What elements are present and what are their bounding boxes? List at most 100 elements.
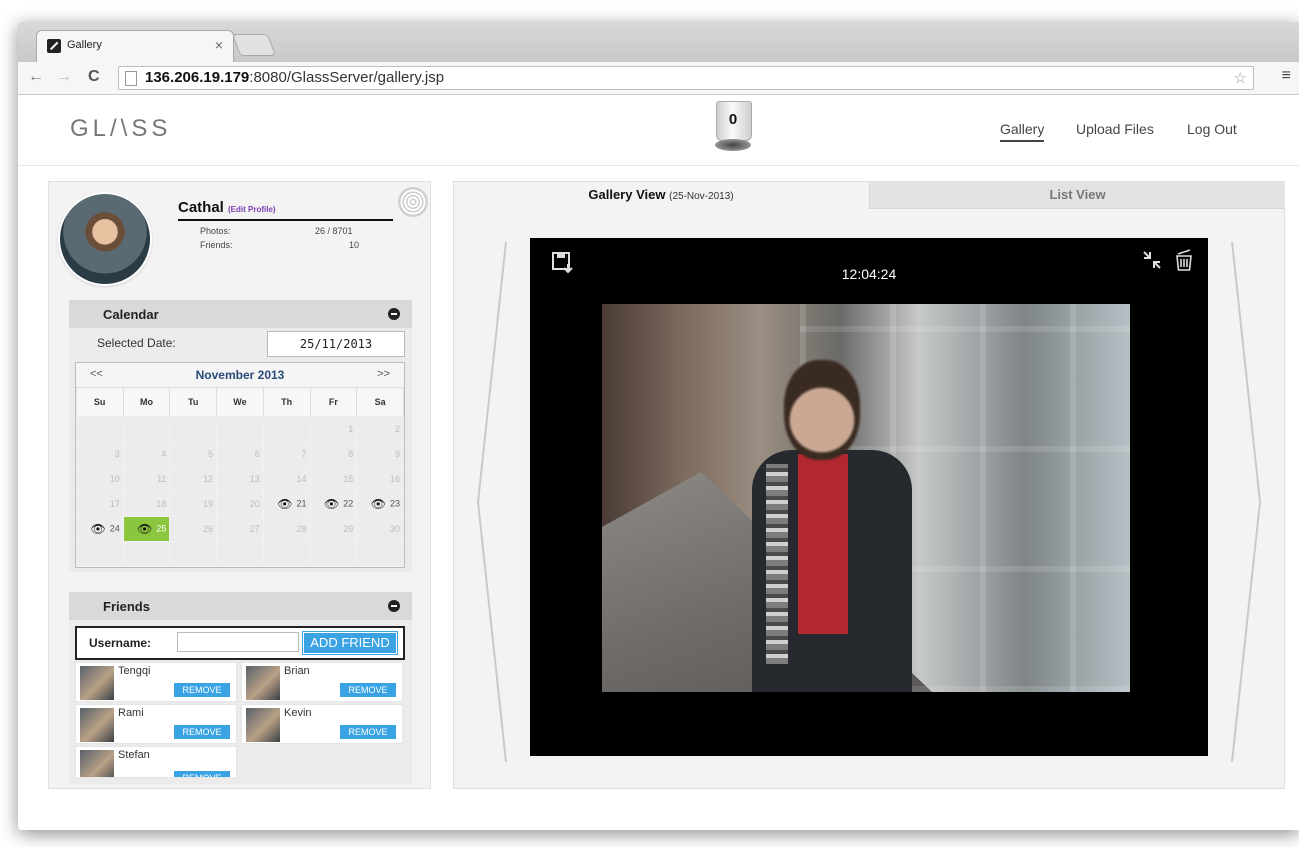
eye-icon: 👁 xyxy=(370,497,386,511)
calendar-day[interactable]: 19 xyxy=(169,491,218,517)
calendar-day[interactable]: 12 xyxy=(169,466,218,492)
username-input[interactable] xyxy=(177,632,299,652)
weekday-tu: Tu xyxy=(169,388,218,417)
shrink-icon[interactable] xyxy=(1142,250,1162,270)
friend-name[interactable]: Brian xyxy=(284,665,310,677)
gallery-panel: Gallery View (25-Nov-2013) List View 12:… xyxy=(453,181,1285,789)
friends-header: Friends xyxy=(69,592,412,620)
collapse-friends-icon[interactable] xyxy=(388,600,400,612)
browser-menu-icon[interactable]: ≡ xyxy=(1282,67,1291,85)
name-divider xyxy=(178,219,393,221)
remove-friend-button[interactable]: REMOVE xyxy=(174,771,230,777)
calendar-day-selected[interactable]: 👁 25 xyxy=(122,516,171,542)
calendar-grid: << November 2013 >> Su Mo Tu We Th Fr Sa xyxy=(75,362,405,568)
calendar-day[interactable]: 14 xyxy=(262,466,311,492)
next-photo-arrow-icon[interactable] xyxy=(1226,242,1266,762)
new-tab-button[interactable] xyxy=(231,34,277,56)
browser-tab-gallery[interactable]: Gallery × xyxy=(36,30,234,63)
tab-list-view[interactable]: List View xyxy=(869,182,1285,209)
site-header: GL/\SS 0 Gallery Upload Files Log Out xyxy=(18,95,1299,166)
calendar-empty-cell xyxy=(216,541,264,567)
gallery-view-date: (25-Nov-2013) xyxy=(669,191,734,202)
target-icon[interactable] xyxy=(398,187,428,217)
friend-name[interactable]: Tengqi xyxy=(118,665,150,677)
weekday-we: We xyxy=(216,388,264,417)
calendar-day[interactable]: 29 xyxy=(309,516,358,542)
photo-head xyxy=(784,360,860,460)
calendar-empty-cell xyxy=(122,416,171,442)
calendar-day[interactable]: 18 xyxy=(122,491,171,517)
calendar-day[interactable]: 30 xyxy=(356,516,404,542)
profile-name-text: Cathal xyxy=(178,199,224,216)
calendar-day-with-photos[interactable]: 👁 23 xyxy=(356,491,404,517)
next-month-button[interactable]: >> xyxy=(377,368,390,380)
calendar-day[interactable]: 3 xyxy=(76,441,124,467)
calendar-day[interactable]: 20 xyxy=(216,491,264,517)
calendar-day[interactable]: 2 xyxy=(356,416,404,442)
remove-friend-button[interactable]: REMOVE xyxy=(174,725,230,739)
photo-viewer: 12:04:24 xyxy=(530,238,1208,756)
calendar-empty-cell xyxy=(262,541,311,567)
back-icon[interactable]: ← xyxy=(28,68,44,86)
friend-avatar xyxy=(80,750,114,777)
forward-icon[interactable]: → xyxy=(56,68,72,86)
gallery-photo[interactable] xyxy=(602,304,1130,692)
calendar-day[interactable]: 8 xyxy=(309,441,358,467)
browser-window: Gallery × ← → C 136.206.19.179:8080/Glas… xyxy=(18,22,1299,830)
tab-gallery-view[interactable]: Gallery View (25-Nov-2013) xyxy=(454,182,868,209)
calendar-day[interactable]: 13 xyxy=(216,466,264,492)
friend-name[interactable]: Kevin xyxy=(284,707,312,719)
tab-close-icon[interactable]: × xyxy=(215,37,223,53)
friend-name[interactable]: Stefan xyxy=(118,749,150,761)
calendar-empty-cell xyxy=(76,541,124,567)
photo-scarf xyxy=(766,464,788,664)
eye-icon: 👁 xyxy=(137,522,153,536)
remove-friend-button[interactable]: REMOVE xyxy=(174,683,230,697)
calendar-day-with-photos[interactable]: 👁 24 xyxy=(76,516,124,542)
calendar-month: November 2013 xyxy=(195,368,285,382)
bookmark-star-icon[interactable]: ☆ xyxy=(1234,69,1247,87)
friend-item: Rami REMOVE xyxy=(75,704,237,744)
calendar-day-with-photos[interactable]: 👁 22 xyxy=(309,491,358,517)
calendar-empty-cell xyxy=(216,416,264,442)
calendar-day[interactable]: 6 xyxy=(216,441,264,467)
glass-logo[interactable]: GL/\SS xyxy=(70,115,171,143)
calendar-day[interactable]: 9 xyxy=(356,441,404,467)
calendar-day[interactable]: 27 xyxy=(216,516,264,542)
delete-photo-icon[interactable] xyxy=(1174,248,1194,272)
profile-name: Cathal (Edit Profile) xyxy=(178,199,276,216)
calendar-day[interactable]: 28 xyxy=(262,516,311,542)
weekday-th: Th xyxy=(263,388,311,417)
profile-panel: Cathal (Edit Profile) Photos: 26 / 8701 … xyxy=(48,181,431,789)
weekday-mo: Mo xyxy=(123,388,171,417)
add-friend-button[interactable]: ADD FRIEND xyxy=(303,632,397,654)
calendar-empty-cell xyxy=(76,416,124,442)
nav-upload-files[interactable]: Upload Files xyxy=(1076,121,1154,137)
calendar-day-with-photos[interactable]: 👁 21 xyxy=(262,491,311,517)
calendar-day[interactable]: 26 xyxy=(169,516,218,542)
calendar-day[interactable]: 1 xyxy=(309,416,358,442)
url-text: 136.206.19.179:8080/GlassServer/gallery.… xyxy=(145,69,445,86)
remove-friend-button[interactable]: REMOVE xyxy=(340,725,396,739)
nav-log-out[interactable]: Log Out xyxy=(1187,121,1237,137)
calendar-day[interactable]: 17 xyxy=(76,491,124,517)
calendar-day[interactable]: 4 xyxy=(122,441,171,467)
prev-photo-arrow-icon[interactable] xyxy=(472,242,512,762)
photo-sweater xyxy=(798,454,848,634)
reload-icon[interactable]: C xyxy=(88,68,100,86)
nav-gallery[interactable]: Gallery xyxy=(1000,121,1045,142)
calendar-day[interactable]: 16 xyxy=(356,466,404,492)
selected-date-field[interactable]: 25/11/2013 xyxy=(267,331,405,357)
calendar-day[interactable]: 5 xyxy=(169,441,218,467)
calendar-empty-cell xyxy=(122,541,171,567)
address-bar[interactable]: 136.206.19.179:8080/GlassServer/gallery.… xyxy=(118,66,1254,90)
calendar-day[interactable]: 11 xyxy=(122,466,171,492)
collapse-calendar-icon[interactable] xyxy=(388,308,400,320)
friend-name[interactable]: Rami xyxy=(118,707,144,719)
remove-friend-button[interactable]: REMOVE xyxy=(340,683,396,697)
edit-profile-link[interactable]: (Edit Profile) xyxy=(228,205,276,214)
calendar-day[interactable]: 7 xyxy=(262,441,311,467)
trash-bin[interactable]: 0 xyxy=(712,99,754,155)
calendar-day[interactable]: 10 xyxy=(76,466,124,492)
calendar-day[interactable]: 15 xyxy=(309,466,358,492)
